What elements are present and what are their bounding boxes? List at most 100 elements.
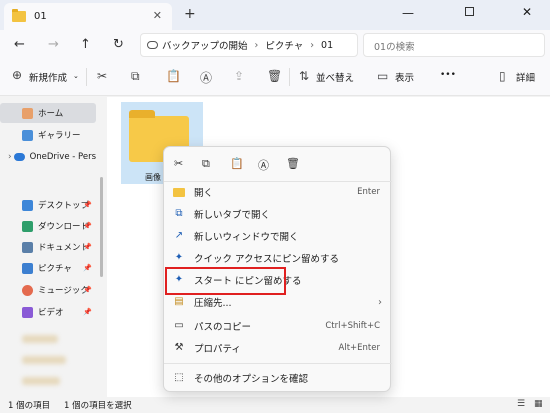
gallery-icon <box>22 129 33 141</box>
menu-shortcut: Alt+Enter <box>338 343 380 353</box>
sidebar-item-onedrive[interactable]: › OneDrive - Pers <box>0 147 96 167</box>
menu-item-label: その他のオプションを確認 <box>194 374 309 385</box>
delete-icon[interactable]: 🗑 <box>286 157 300 170</box>
sidebar-item-music[interactable]: ミュージック 📌 <box>0 280 96 300</box>
blurred-item <box>22 335 58 343</box>
folder-name: 画像 <box>145 173 161 182</box>
tab-title: 01 <box>34 11 47 22</box>
sidebar-item-documents[interactable]: ドキュメント 📌 <box>0 237 96 257</box>
sidebar-item-desktop[interactable]: デスクトップ 📌 <box>0 195 96 215</box>
navigation-pane: ホーム ギャラリー › OneDrive - Pers デスクトップ 📌 ダウン… <box>0 97 107 397</box>
tab-01[interactable]: 01 ✕ <box>4 3 172 30</box>
more-options-button[interactable]: ••• <box>440 70 456 80</box>
blurred-item <box>22 356 66 364</box>
sidebar-item-downloads[interactable]: ダウンロード 📌 <box>0 216 96 236</box>
pictures-icon <box>22 262 33 274</box>
menu-item-pin-quick-access[interactable]: ✦ クイック アクセスにピン留めする <box>164 247 392 269</box>
folder-icon <box>173 188 185 197</box>
rename-icon[interactable]: Ⓐ <box>258 157 269 173</box>
menu-item-open-new-tab[interactable]: ⧉ 新しいタブで開く <box>164 203 392 225</box>
sidebar-item-videos[interactable]: ビデオ 📌 <box>0 302 96 322</box>
toolbar-divider <box>86 68 87 86</box>
new-button[interactable]: 新規作成 <box>29 70 67 84</box>
sidebar-item-label: ドキュメント <box>38 243 90 253</box>
submenu-arrow-icon: › <box>378 296 382 308</box>
expand-icon[interactable]: › <box>8 152 14 162</box>
sidebar-item-label: OneDrive - Pers <box>29 152 96 162</box>
new-window-icon: ↗ <box>174 230 184 241</box>
up-button[interactable]: ↑ <box>80 37 91 52</box>
forward-button[interactable]: → <box>48 37 59 52</box>
more-options-icon: ⬚ <box>174 372 184 383</box>
menu-item-label: 新しいウィンドウで開く <box>194 232 299 243</box>
item-count: 1 個の項目 <box>8 401 51 411</box>
document-icon <box>22 241 33 253</box>
video-icon <box>22 306 33 318</box>
pin-icon: 📌 <box>83 201 92 209</box>
sidebar-item-label: ビデオ <box>38 308 64 318</box>
onedrive-icon <box>13 153 25 161</box>
pin-icon: 📌 <box>83 243 92 251</box>
back-button[interactable]: ← <box>14 37 25 52</box>
menu-item-label: パスのコピー <box>194 322 252 333</box>
sidebar-item-label: ギャラリー <box>38 131 81 141</box>
tiles-view-icon[interactable]: ▦ <box>534 399 543 409</box>
breadcrumb-backup[interactable]: バックアップの開始 <box>162 38 248 52</box>
breadcrumb-separator: › <box>254 39 259 51</box>
cut-icon[interactable]: ✂ <box>174 157 183 170</box>
menu-item-label: プロパティ <box>194 344 241 355</box>
breadcrumb-01[interactable]: 01 <box>321 40 333 51</box>
menu-item-label: クイック アクセスにピン留めする <box>194 254 340 265</box>
wrench-icon: ⚒ <box>174 342 184 353</box>
pin-icon: 📌 <box>83 308 92 316</box>
home-icon <box>22 107 33 119</box>
sidebar-item-gallery[interactable]: ギャラリー <box>0 125 96 145</box>
details-pane-icon: ▯ <box>499 69 506 83</box>
tab-close-icon[interactable]: ✕ <box>153 9 162 22</box>
share-icon[interactable]: ⇪ <box>234 69 244 83</box>
copy-icon[interactable]: ⧉ <box>131 69 140 84</box>
folder-icon <box>12 9 26 22</box>
highlight-box <box>165 267 286 295</box>
zip-icon: ▤ <box>174 296 184 307</box>
pin-icon: 📌 <box>83 264 92 272</box>
sidebar-item-label: デスクトップ <box>38 201 90 211</box>
download-icon <box>22 220 33 232</box>
menu-item-label: 圧縮先... <box>194 298 232 309</box>
menu-item-copy-path[interactable]: ▭ パスのコピー Ctrl+Shift+C <box>164 315 392 337</box>
view-icon: ▭ <box>377 69 389 83</box>
details-view-icon[interactable]: ☰ <box>517 399 525 409</box>
menu-item-open[interactable]: 開く Enter <box>164 181 392 203</box>
details-button[interactable]: 詳細 <box>516 70 535 84</box>
music-icon <box>22 284 33 296</box>
sort-button[interactable]: 並べ替え <box>316 70 354 84</box>
new-icon: ⊕ <box>12 68 23 82</box>
menu-item-properties[interactable]: ⚒ プロパティ Alt+Enter <box>164 337 392 359</box>
menu-item-more-options[interactable]: ⬚ その他のオプションを確認 <box>164 367 392 389</box>
blurred-item <box>22 377 60 385</box>
refresh-button[interactable]: ↻ <box>113 37 124 52</box>
command-bar: ⊕ 新規作成 ⌄ ✂ ⧉ 📋 Ⓐ ⇪ 🗑 ⇅ 並べ替え ▭ 表示 ••• ▯ 詳… <box>0 60 550 96</box>
sidebar-item-home[interactable]: ホーム <box>0 103 96 123</box>
cloud-icon <box>147 41 158 49</box>
view-button[interactable]: 表示 <box>395 70 414 84</box>
rename-icon[interactable]: Ⓐ <box>200 69 212 86</box>
address-bar-row: ← → ↑ ↻ バックアップの開始 › ピクチャ › 01 01の検索 <box>0 30 550 60</box>
breadcrumb-pictures[interactable]: ピクチャ <box>265 38 303 52</box>
search-input[interactable]: 01の検索 <box>363 33 545 57</box>
minimize-button[interactable]: — <box>402 6 414 20</box>
cut-icon[interactable]: ✂ <box>97 69 107 83</box>
paste-icon[interactable]: 📋 <box>166 69 181 83</box>
sidebar-item-pictures[interactable]: ピクチャ 📌 <box>0 258 96 278</box>
new-tab-button[interactable]: + <box>184 6 196 22</box>
delete-icon[interactable]: 🗑 <box>267 69 282 83</box>
menu-item-open-new-window[interactable]: ↗ 新しいウィンドウで開く <box>164 225 392 247</box>
maximize-button[interactable] <box>465 7 474 16</box>
paste-icon[interactable]: 📋 <box>230 157 244 170</box>
copy-icon[interactable]: ⧉ <box>202 157 210 171</box>
menu-shortcut: Ctrl+Shift+C <box>325 321 380 331</box>
chevron-down-icon: ⌄ <box>73 72 79 80</box>
close-window-button[interactable]: ✕ <box>522 5 532 19</box>
scrollbar[interactable] <box>100 177 103 277</box>
breadcrumb[interactable]: バックアップの開始 › ピクチャ › 01 <box>140 33 358 57</box>
